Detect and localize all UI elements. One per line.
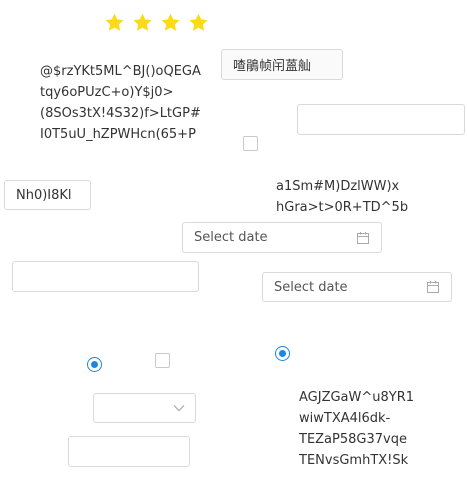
text-input-bottom[interactable] [68, 436, 190, 467]
text-block-3: AGJZGaW^u8YR1 wiwTXA4l6dk- TEZaP58G37vqe… [299, 390, 415, 468]
checkbox[interactable] [243, 136, 258, 151]
calendar-icon [427, 281, 439, 293]
text-input-cjk[interactable]: 喳鵑帧闬蒕舢 [221, 49, 343, 80]
text-input-right[interactable] [297, 104, 465, 135]
calendar-icon [357, 231, 369, 244]
radio-button-right[interactable] [275, 346, 290, 361]
datepicker-placeholder: Select date [194, 230, 268, 245]
chevron-down-icon [173, 405, 185, 412]
star-icon[interactable] [104, 12, 125, 33]
text-input-mid-left[interactable] [12, 261, 199, 292]
checkbox[interactable] [155, 353, 170, 368]
text-block-1: @$rzYKt5ML^BJ()oQEGA tqy6oPUzC+o)Y$j0> (… [40, 64, 201, 142]
datepicker-1[interactable]: Select date [182, 222, 382, 253]
text-input-left[interactable]: Nh0)I8Kl [4, 180, 91, 210]
star-icon[interactable] [132, 12, 153, 33]
input-value: 喳鵑帧闬蒕舢 [233, 59, 312, 74]
text-block-2: a1Sm#M)DzlWW)x hGra>t>0R+TD^5b [276, 179, 409, 215]
datepicker-placeholder: Select date [274, 279, 348, 295]
star-icon[interactable] [160, 12, 181, 33]
select-dropdown[interactable] [93, 393, 196, 423]
datepicker-2[interactable]: Select date [262, 272, 452, 302]
radio-dot [91, 361, 98, 368]
radio-dot [279, 350, 286, 357]
radio-button-left[interactable] [87, 357, 102, 372]
star-rating[interactable] [104, 12, 209, 38]
star-icon[interactable] [188, 12, 209, 33]
